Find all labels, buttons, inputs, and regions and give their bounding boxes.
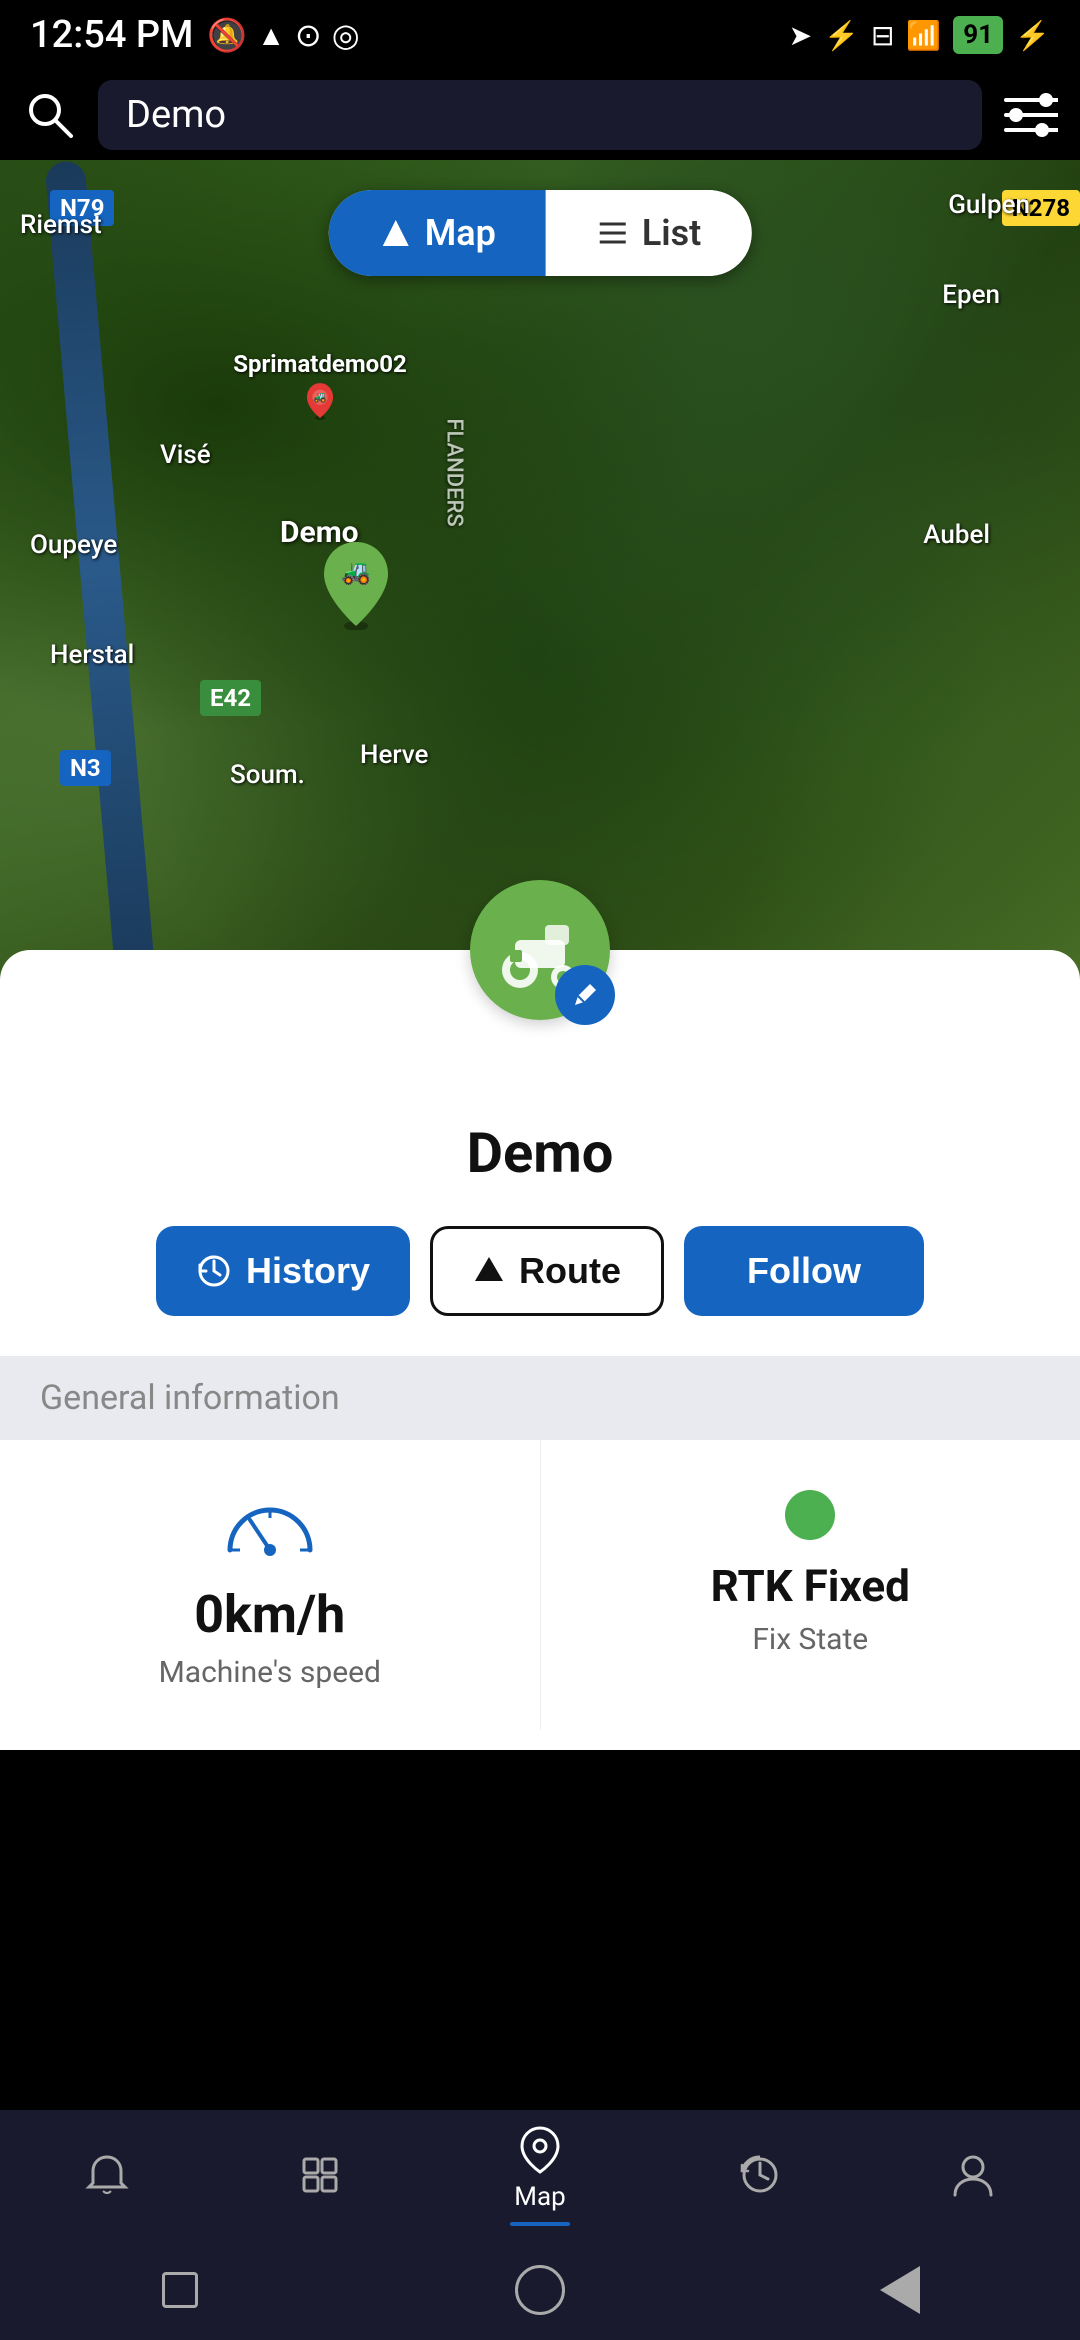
history-button[interactable]: History: [156, 1226, 410, 1316]
search-icon[interactable]: [20, 85, 80, 145]
fix-state-indicator: [785, 1490, 835, 1540]
status-bar: 12:54 PM 🔕 ▲ ⊙ ◎ ➤ ⚡ ⊟ 📶 91 ⚡: [0, 0, 1080, 70]
speed-value: 0km/h: [194, 1584, 345, 1645]
svg-text:🚜: 🚜: [313, 390, 327, 403]
map-view[interactable]: N79 N278 E42 N3 Riemst Gulpen Epen Visé …: [0, 160, 1080, 980]
fix-state-card: RTK Fixed Fix State: [541, 1440, 1080, 1730]
person-icon: [949, 2151, 997, 2199]
nav-map[interactable]: Map: [510, 2124, 570, 2226]
map-label-flanders: FLANDERS: [442, 418, 467, 526]
map-label-soum: Soum.: [230, 760, 305, 790]
map-label-herstal: Herstal: [50, 640, 134, 670]
system-home-button[interactable]: [500, 2250, 580, 2330]
map-label-epen: Epen: [942, 280, 1000, 310]
map-label-vise: Visé: [160, 440, 211, 470]
system-navigation: [0, 2240, 1080, 2340]
status-time: 12:54 PM: [30, 13, 193, 57]
nav-history[interactable]: [736, 2151, 784, 2199]
map-label-oupeye: Oupeye: [30, 530, 117, 560]
speed-card: 0km/h Machine's speed: [0, 1440, 541, 1730]
triangle-icon: [880, 2266, 920, 2314]
battery-saver-icon: ⊟: [871, 19, 894, 52]
map-toggle-map-btn[interactable]: Map: [329, 190, 546, 276]
circle-icon: ⊙: [295, 16, 322, 54]
action-buttons: History Route Follow: [156, 1226, 924, 1316]
wifi-icon: 📶: [906, 19, 941, 52]
follow-button[interactable]: Follow: [684, 1226, 924, 1316]
mute-icon: 🔕: [207, 16, 247, 54]
nav-alerts[interactable]: [83, 2151, 131, 2199]
marker-sprimatdemo02[interactable]: Sprimatdemo02 🚜: [290, 350, 350, 420]
target-icon: ◎: [332, 16, 360, 54]
info-cards: 0km/h Machine's speed RTK Fixed Fix Stat…: [0, 1440, 1080, 1730]
bell-icon: [83, 2151, 131, 2199]
nav-icon: ▲: [257, 19, 285, 52]
road-badge-e42: E42: [200, 680, 261, 716]
nav-devices[interactable]: [296, 2151, 344, 2199]
device-panel: Demo History Route Follow: [0, 950, 1080, 1750]
map-pin-icon: [514, 2124, 566, 2176]
charging-icon: ⚡: [1015, 19, 1050, 52]
circle-icon: [515, 2265, 565, 2315]
map-list-toggle[interactable]: Map List: [329, 190, 752, 276]
map-label-gulpen: Gulpen: [948, 190, 1030, 220]
fix-state-label: Fix State: [752, 1622, 868, 1657]
search-bar: Demo: [0, 70, 1080, 160]
marker-sprimatdemo02-label: Sprimatdemo02: [233, 350, 407, 378]
location-icon: ➤: [789, 19, 812, 52]
filter-icon[interactable]: [1000, 85, 1060, 145]
general-info-header: General information: [0, 1356, 1080, 1440]
speedometer-icon: [220, 1490, 320, 1564]
edit-badge[interactable]: [555, 965, 615, 1025]
marker-demo[interactable]: 🚜: [318, 540, 398, 630]
bottom-navigation: Map: [0, 2110, 1080, 2240]
map-label-aubel: Aubel: [923, 520, 990, 550]
devices-icon: [296, 2151, 344, 2199]
search-input[interactable]: Demo: [98, 80, 982, 150]
map-label-riemst: Riemst: [20, 210, 102, 240]
route-button[interactable]: Route: [430, 1226, 664, 1316]
battery-indicator: 91: [953, 16, 1003, 54]
road-badge-n3: N3: [60, 750, 111, 786]
nav-active-indicator: [510, 2222, 570, 2226]
map-toggle-list-btn[interactable]: List: [546, 190, 751, 276]
nav-profile[interactable]: [949, 2151, 997, 2199]
clock-icon: [736, 2151, 784, 2199]
general-info-label: General information: [40, 1378, 340, 1418]
square-icon: [162, 2272, 198, 2308]
fix-state-value: RTK Fixed: [711, 1560, 910, 1612]
nav-map-label: Map: [514, 2182, 565, 2212]
device-name: Demo: [467, 1120, 614, 1186]
speed-label: Machine's speed: [159, 1655, 381, 1690]
map-label-herve: Herve: [360, 740, 428, 770]
svg-text:🚜: 🚜: [341, 558, 371, 586]
device-avatar: [470, 880, 610, 1020]
system-back-button[interactable]: [140, 2250, 220, 2330]
bluetooth-icon: ⚡: [824, 19, 859, 52]
system-recents-button[interactable]: [860, 2250, 940, 2330]
